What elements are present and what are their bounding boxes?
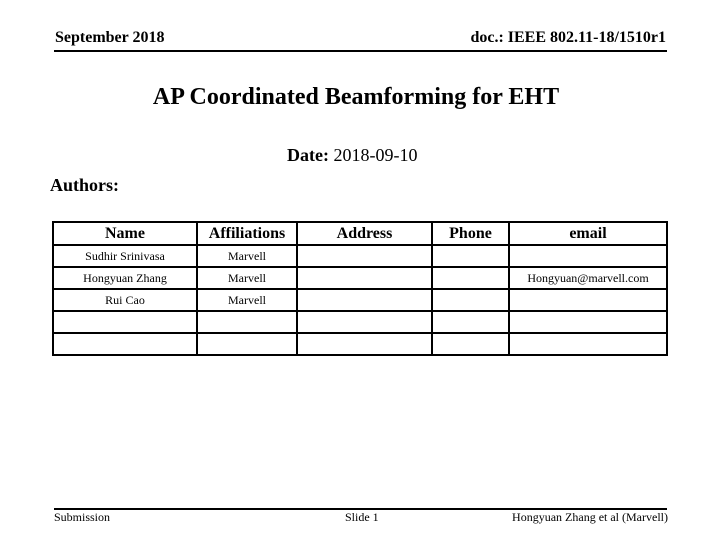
table-header-row: Name Affiliations Address Phone email xyxy=(52,221,668,246)
cell-email xyxy=(508,310,668,334)
column-header-name: Name xyxy=(52,221,198,246)
cell-phone xyxy=(431,332,510,356)
cell-name xyxy=(52,332,198,356)
footer-submission: Submission xyxy=(54,510,111,524)
column-header-email: email xyxy=(508,221,668,246)
cell-affiliation: Marvell xyxy=(196,266,298,290)
cell-email xyxy=(508,244,668,268)
cell-name: Hongyuan Zhang xyxy=(52,266,198,290)
footer-slide-number: Slide 1 xyxy=(345,510,379,524)
date-value: 2018-09-10 xyxy=(333,145,418,165)
table-row xyxy=(52,332,668,356)
cell-phone xyxy=(431,244,510,268)
table-row: Hongyuan Zhang Marvell Hongyuan@marvell.… xyxy=(52,266,668,290)
table-row xyxy=(52,310,668,334)
cell-phone xyxy=(431,288,510,312)
header-date: September 2018 xyxy=(55,29,165,46)
cell-email xyxy=(508,332,668,356)
cell-affiliation: Marvell xyxy=(196,244,298,268)
authors-heading: Authors: xyxy=(50,175,120,195)
cell-affiliation xyxy=(196,310,298,334)
cell-affiliation: Marvell xyxy=(196,288,298,312)
authors-table: Name Affiliations Address Phone email Su… xyxy=(52,221,668,356)
cell-email: Hongyuan@marvell.com xyxy=(508,266,668,290)
cell-email xyxy=(508,288,668,312)
cell-phone xyxy=(431,310,510,334)
date-line: Date: 2018-09-10 xyxy=(287,145,417,166)
table-row: Rui Cao Marvell xyxy=(52,288,668,312)
column-header-address: Address xyxy=(296,221,433,246)
date-label: Date: xyxy=(287,145,329,165)
footer-author: Hongyuan Zhang et al (Marvell) xyxy=(512,510,668,524)
cell-address xyxy=(296,244,433,268)
table-row: Sudhir Srinivasa Marvell xyxy=(52,244,668,268)
header-doc-id: doc.: IEEE 802.11-18/1510r1 xyxy=(470,29,666,46)
cell-name: Sudhir Srinivasa xyxy=(52,244,198,268)
cell-name: Rui Cao xyxy=(52,288,198,312)
header-divider xyxy=(54,50,667,52)
slide: September 2018 doc.: IEEE 802.11-18/1510… xyxy=(0,0,720,540)
cell-address xyxy=(296,288,433,312)
cell-address xyxy=(296,266,433,290)
slide-title: AP Coordinated Beamforming for EHT xyxy=(152,84,560,110)
cell-address xyxy=(296,332,433,356)
column-header-phone: Phone xyxy=(431,221,510,246)
column-header-affiliations: Affiliations xyxy=(196,221,298,246)
cell-address xyxy=(296,310,433,334)
cell-affiliation xyxy=(196,332,298,356)
cell-phone xyxy=(431,266,510,290)
cell-name xyxy=(52,310,198,334)
